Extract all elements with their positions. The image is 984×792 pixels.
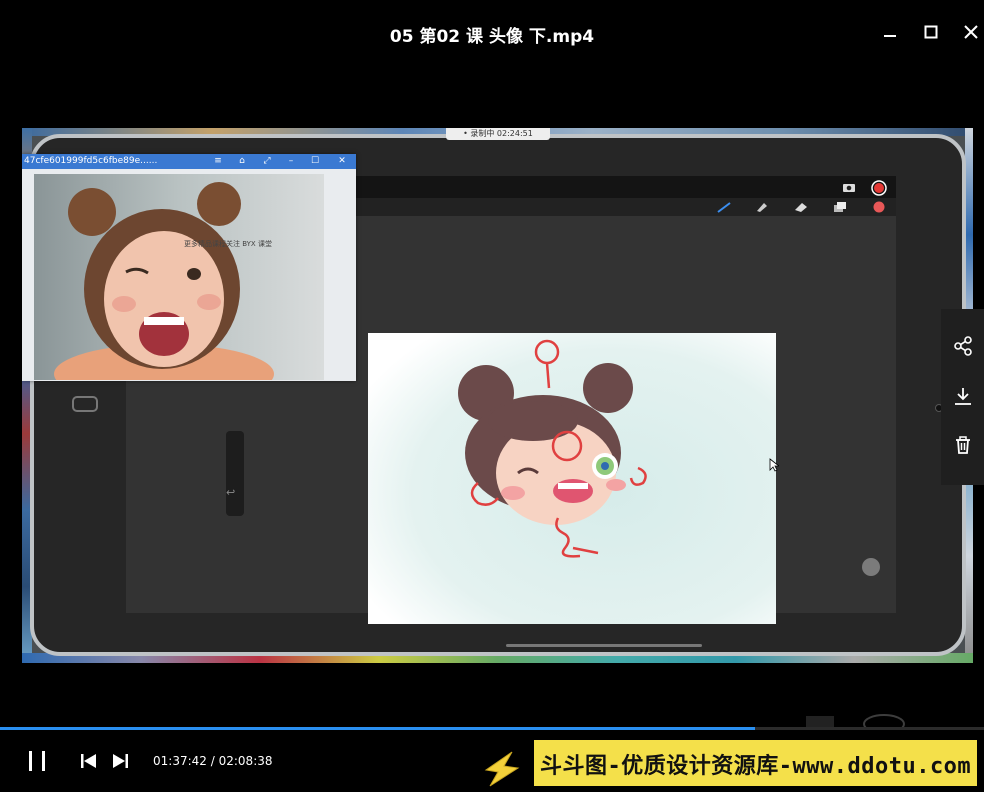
minimize-button[interactable] [875,18,905,46]
maximize-icon[interactable]: ☐ [305,154,325,169]
previous-icon[interactable] [80,753,98,769]
share-icon[interactable] [953,336,973,356]
window-title: 05 第02 课 头像 下.mp4 [389,27,595,47]
cartoon-girl-drawing [368,333,776,624]
minimize-icon[interactable]: – [281,154,301,169]
maximize-button[interactable] [916,18,946,46]
download-icon[interactable] [953,386,973,406]
home-indicator [506,644,702,647]
side-action-panel [941,309,984,485]
record-icon [871,180,887,196]
current-time: 01:37:42 [153,754,207,768]
time-display: 01:37:42 / 02:08:38 [153,754,273,768]
smudge-icon[interactable] [754,201,770,213]
photo-viewer-title: 47cfe601999fd5c6fbe89e...... [24,156,158,166]
brush-icon[interactable] [716,201,732,213]
photo-viewer-titlebar[interactable]: 47cfe601999fd5c6fbe89e...... ≡ ⌂ ⤢ – ☐ ✕ [22,154,356,169]
drawing-canvas[interactable] [368,333,776,624]
square-tool-button[interactable] [72,396,98,412]
brush-size-slider[interactable] [226,431,244,516]
trash-icon[interactable] [953,435,973,455]
undo-icon[interactable]: ↩ [226,486,235,499]
photo-viewer-window[interactable]: 47cfe601999fd5c6fbe89e...... ≡ ⌂ ⤢ – ☐ ✕ [22,154,356,381]
time-separator: / [210,754,215,768]
video-frame[interactable]: ↩ • 录制中 02:24:51 47cfe601999fd5c6fbe89e.… [22,128,973,663]
promo-banner[interactable]: 斗斗图-优质设计资源库-www.ddotu.com [534,740,977,786]
photo-watermark: 更多精品课程关注 BYX 课堂 [184,239,272,248]
star-logo-icon [484,751,520,787]
next-icon[interactable] [111,753,129,769]
title-bar: 05 第02 课 头像 下.mp4 [0,0,984,66]
camera-icon [843,184,855,192]
total-time: 02:08:38 [218,754,273,768]
recording-badge: • 录制中 02:24:51 [446,128,550,140]
close-icon [964,25,978,39]
layers-icon[interactable] [832,201,848,213]
eraser-icon[interactable] [793,201,809,213]
color-picker-icon[interactable] [871,201,887,213]
pin-icon[interactable]: ⌂ [232,154,252,169]
menu-icon[interactable]: ≡ [208,154,228,169]
maximize-icon [924,25,938,39]
reference-photo: 更多精品课程关注 BYX 课堂 [34,174,324,380]
fullscreen-icon[interactable]: ⤢ [257,154,277,169]
mouse-cursor-icon [769,458,779,472]
pause-icon[interactable] [26,750,48,772]
minimize-icon [884,35,896,37]
promo-banner-text: 斗斗图-优质设计资源库-www.ddotu.com [540,754,972,779]
close-icon[interactable]: ✕ [332,154,352,169]
close-button[interactable] [956,18,984,46]
quick-menu-button[interactable] [862,558,880,576]
